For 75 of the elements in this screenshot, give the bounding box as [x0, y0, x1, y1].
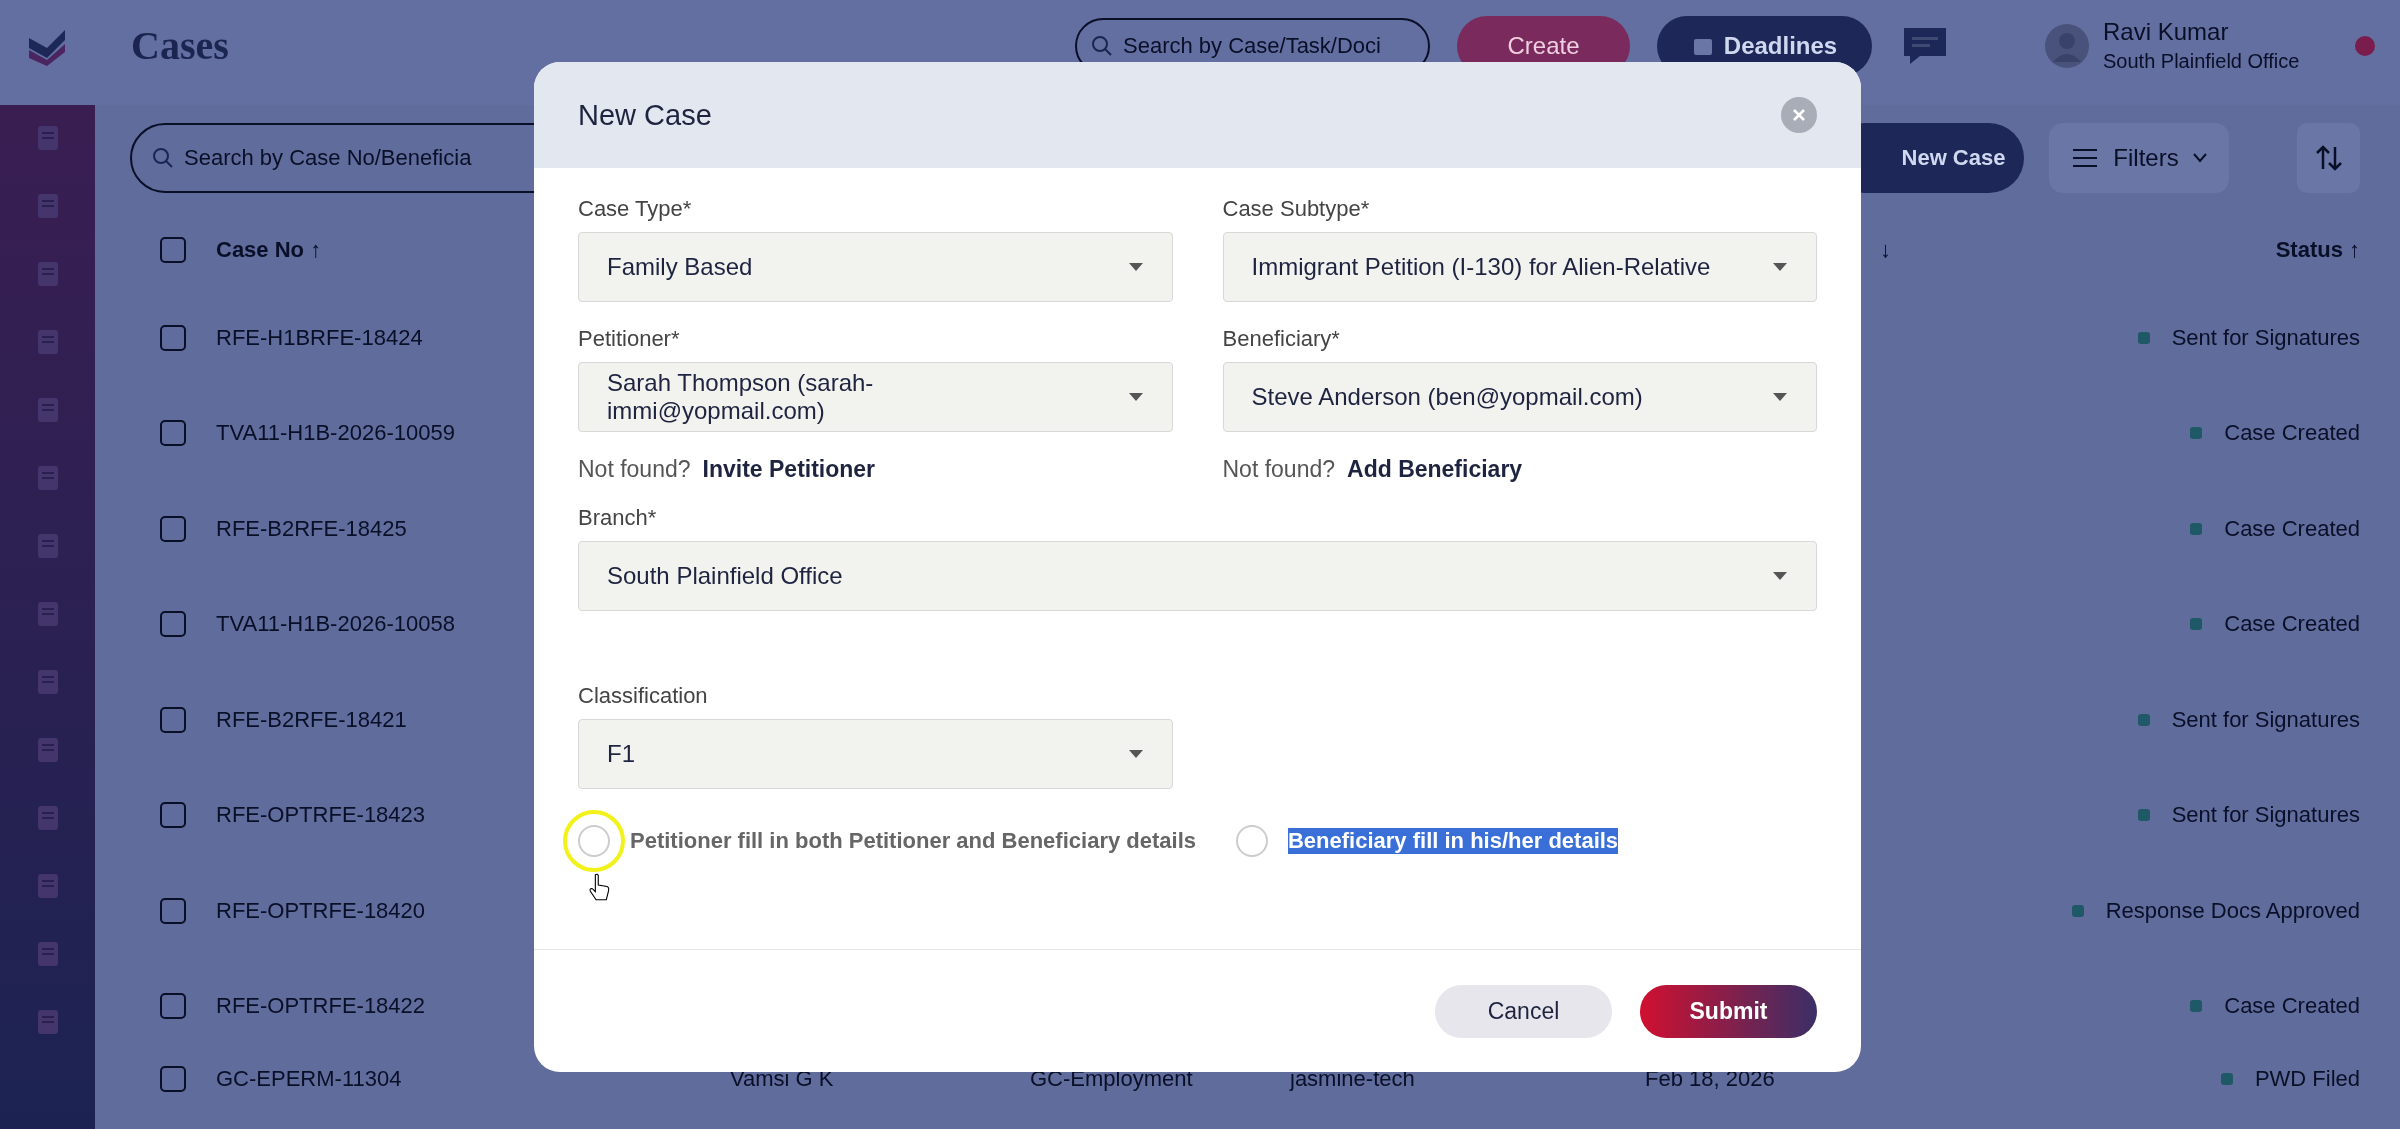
table-cell: GC-Employment — [1030, 1066, 1193, 1091]
row-checkbox[interactable] — [160, 993, 186, 1020]
sort-button[interactable] — [2297, 122, 2360, 193]
field-label: Petitioner* — [578, 326, 681, 352]
avatar-icon — [2045, 23, 2089, 68]
radio-label[interactable]: Petitioner fill in both Petitioner and Beneficiary details — [630, 828, 1196, 854]
status-text: Sent for Signatures — [2171, 324, 2360, 351]
table-cell: RFE-B2RFE-18421 — [216, 706, 407, 733]
dropdown-caret-icon — [1772, 392, 1788, 402]
filters-button[interactable]: Filters — [2049, 122, 2229, 193]
search-icon — [1091, 34, 1113, 57]
table-cell: RFE-OPTRFE-18423 — [216, 802, 426, 829]
table-cell: RFE-OPTRFE-18420 — [216, 897, 426, 924]
table-cell: RFE-H1BRFE-18424 — [216, 324, 423, 351]
table-cell: RFE-B2RFE-18425 — [216, 515, 407, 542]
not-found-text: Not found? — [1222, 456, 1336, 483]
table-cell: TVA11-H1B-2026-10059 — [216, 420, 455, 447]
click-highlight-icon — [562, 809, 626, 873]
status-text: Sent for Signatures — [2171, 802, 2360, 829]
row-checkbox[interactable] — [160, 420, 186, 447]
table-cell: RFE-OPTRFE-18422 — [216, 993, 426, 1020]
notification-dot — [2355, 35, 2375, 56]
invite-link[interactable]: Invite Petitioner — [702, 456, 876, 483]
dropdown-caret-icon — [1127, 262, 1144, 272]
row-checkbox[interactable] — [160, 897, 186, 924]
dropdown-field[interactable]: Steve Anderson (ben@yopmail.com) — [1222, 362, 1817, 432]
table-cell: TVA11-H1B-2026-10058 — [216, 611, 455, 638]
chevron-down-icon — [2192, 152, 2207, 163]
dropdown-caret-icon — [1127, 749, 1144, 759]
user-name: Ravi Kumar — [2103, 18, 2230, 46]
radio-label[interactable]: Beneficiary fill in his/her details — [1288, 828, 1619, 854]
field-label: Beneficiary* — [1222, 326, 1341, 352]
row-checkbox[interactable] — [160, 802, 186, 829]
field-label: Branch* — [578, 505, 658, 531]
column-header[interactable]: ↓ — [1880, 237, 1891, 262]
row-checkbox[interactable] — [160, 324, 186, 351]
field-label: Case Type* — [578, 196, 693, 222]
user-office: South Plainfield Office — [2103, 50, 2300, 73]
table-cell: GC-EPERM-11304 — [216, 1066, 402, 1092]
status-text: Response Docs Approved — [2105, 897, 2360, 924]
cancel-button[interactable]: Cancel — [1435, 984, 1612, 1038]
dropdown-field[interactable]: F1 — [578, 719, 1173, 789]
field-label: Case Subtype* — [1222, 196, 1371, 222]
status-text: Case Created — [2224, 993, 2360, 1020]
row-checkbox[interactable] — [160, 611, 186, 638]
row-checkbox[interactable] — [160, 1066, 186, 1092]
status-text: Case Created — [2224, 611, 2360, 638]
dropdown-field[interactable]: South Plainfield Office — [578, 541, 1817, 611]
dropdown-field[interactable]: Family Based — [578, 232, 1173, 302]
radio-button[interactable] — [578, 825, 610, 857]
invite-link[interactable]: Add Beneficiary — [1347, 456, 1523, 483]
status-text: Case Created — [2224, 515, 2360, 542]
not-found-text: Not found? — [578, 456, 691, 483]
radio-button[interactable] — [1236, 825, 1268, 857]
row-checkbox[interactable] — [160, 515, 186, 542]
column-header[interactable]: Status ↑ — [2275, 237, 2360, 263]
status-text: Case Created — [2224, 420, 2360, 447]
dropdown-field[interactable]: Sarah Thompson (sarah-immi@yopmail.com) — [578, 362, 1173, 432]
column-header[interactable]: Case No ↑ — [216, 237, 322, 263]
search-icon — [152, 146, 174, 169]
row-checkbox[interactable] — [160, 706, 186, 733]
field-label: Classification — [578, 683, 709, 709]
dropdown-caret-icon — [1772, 571, 1788, 581]
status-text: PWD Filed — [2254, 1066, 2360, 1092]
close-icon — [1792, 108, 1806, 122]
select-all-checkbox[interactable] — [160, 237, 186, 263]
table-cell: jasmine-tech — [1290, 1066, 1415, 1091]
submit-button[interactable]: Submit — [1640, 984, 1817, 1038]
hand-cursor-icon — [588, 873, 610, 903]
page-title: Cases — [131, 22, 229, 69]
dropdown-field[interactable]: Immigrant Petition (I-130) for Alien-Relative — [1222, 232, 1817, 302]
dropdown-caret-icon — [1127, 392, 1144, 402]
close-button[interactable] — [1781, 97, 1817, 133]
status-text: Sent for Signatures — [2171, 706, 2360, 733]
dropdown-caret-icon — [1772, 262, 1788, 272]
